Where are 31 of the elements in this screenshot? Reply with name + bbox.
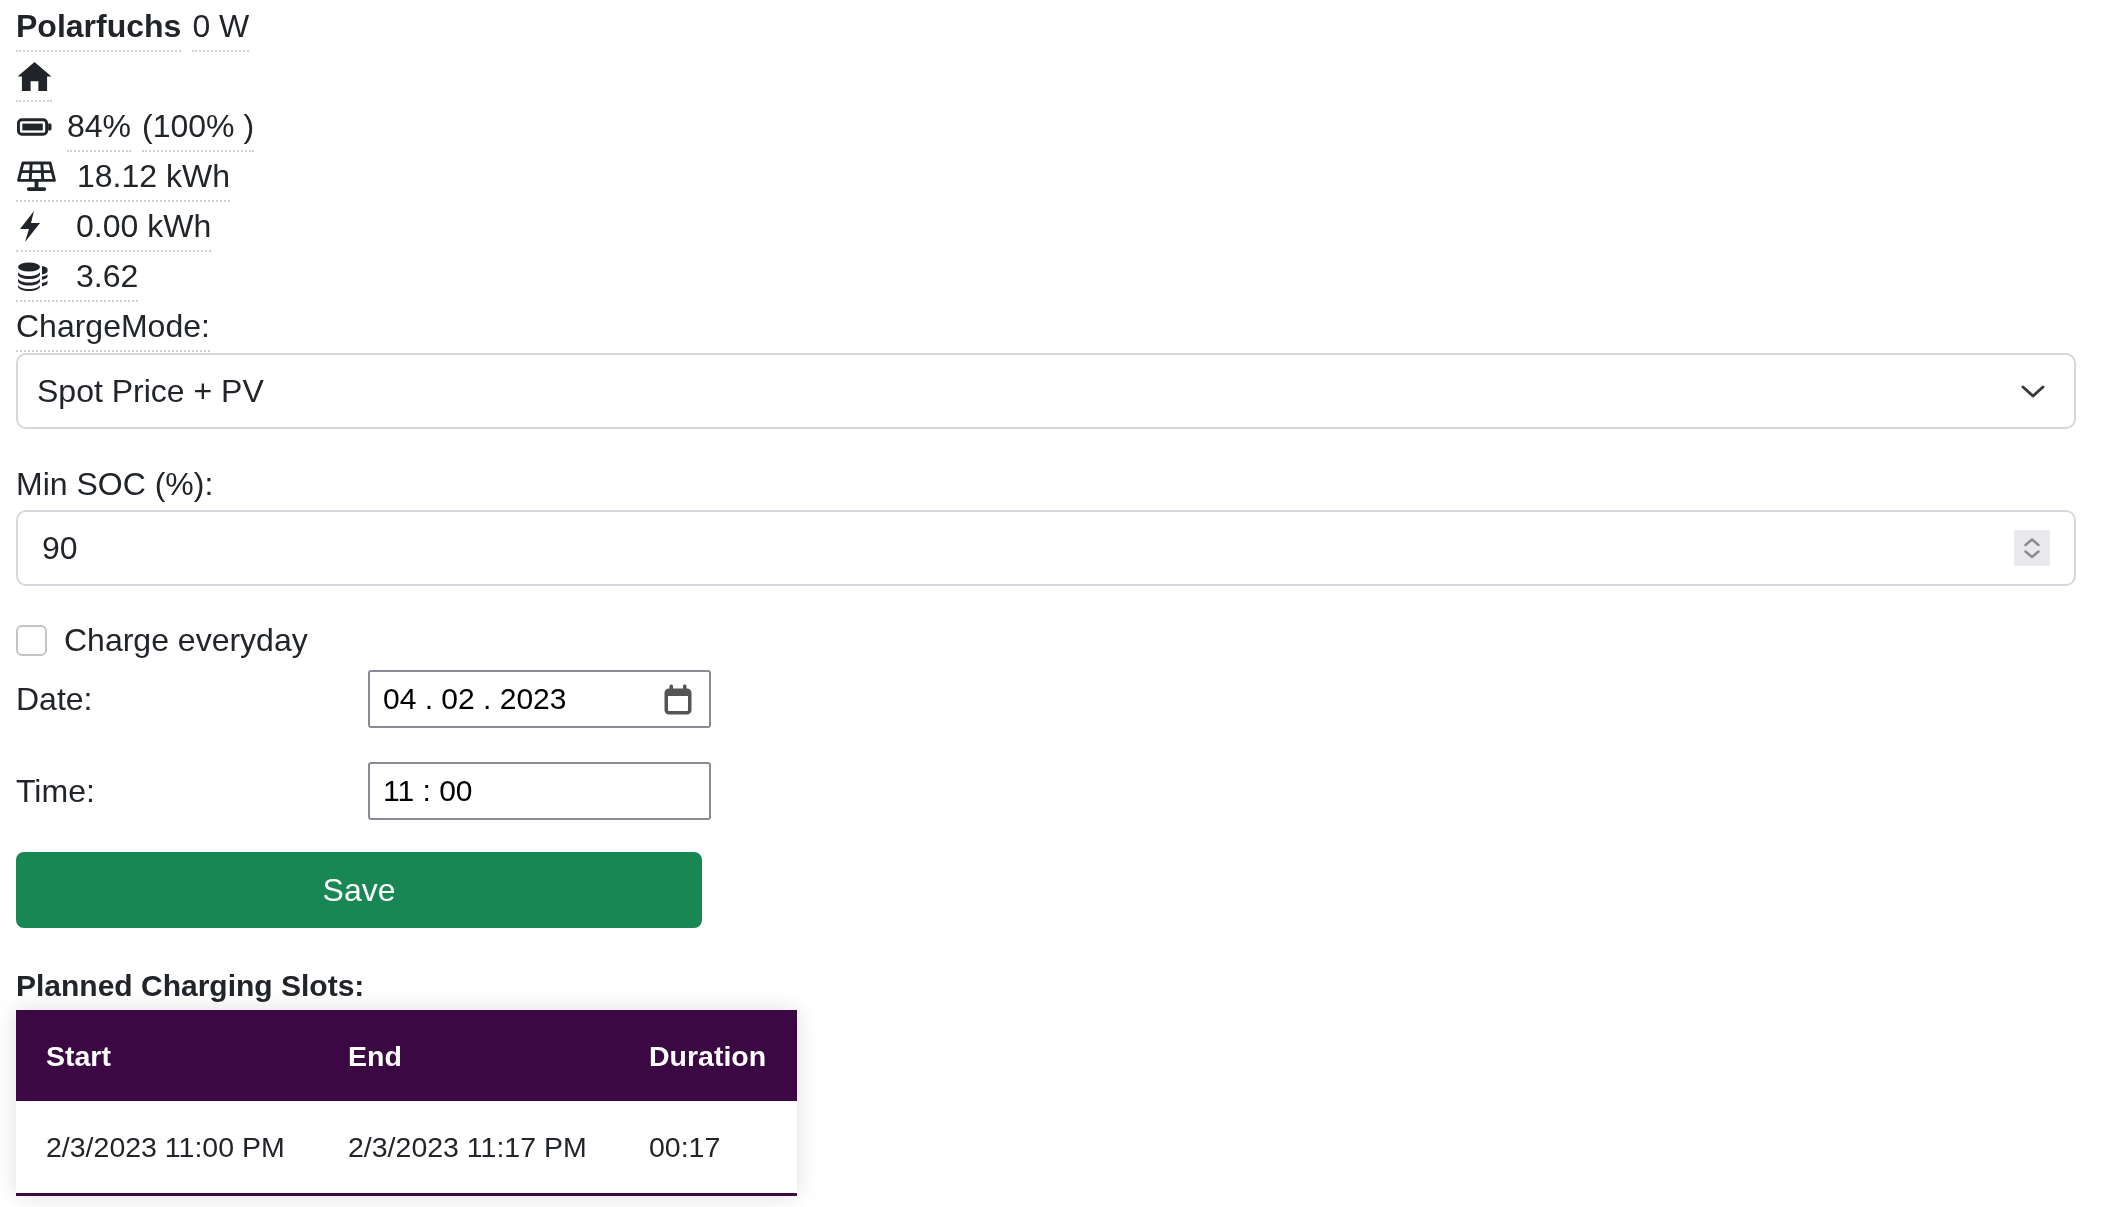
calendar-icon[interactable] (663, 683, 693, 715)
energy-reading: 0.00 kWh (76, 207, 212, 246)
solar-panel-icon (17, 160, 56, 192)
checkbox[interactable] (16, 624, 47, 656)
chevron-down-icon (2021, 384, 2045, 398)
save-button[interactable]: Save (16, 852, 702, 928)
checkbox-label[interactable]: Charge everyday (64, 616, 308, 664)
field-label: Min SOC (%): (16, 465, 214, 504)
section-title: Planned Charging Slots: (16, 968, 365, 1004)
power-reading: 0 W (192, 2, 250, 52)
coins-icon (17, 261, 48, 291)
target-level: (100% ) (142, 102, 255, 152)
column-header: Start (16, 1010, 318, 1101)
field-label: Time: (16, 772, 95, 811)
house-icon (17, 60, 52, 92)
battery-icon (17, 118, 52, 136)
column-header: Duration (619, 1010, 797, 1101)
device-name: Polarfuchs (16, 2, 182, 52)
charge-level: 84% (67, 102, 132, 152)
charge-mode-select[interactable]: Spot Price + PV (16, 353, 2076, 429)
spin-arrows-icon[interactable] (2014, 530, 2050, 566)
cost-value: 3.62 (76, 257, 139, 296)
time-input[interactable]: 11 : 00 (368, 762, 711, 820)
column-header: End (318, 1010, 619, 1101)
min-soc-input[interactable]: 90 (16, 510, 2076, 586)
field-label: Date: (16, 680, 93, 719)
lightning-bolt-icon (18, 210, 42, 242)
table-cell: 2/3/2023 11:00 PM (16, 1101, 318, 1196)
table-cell: 00:17 (619, 1101, 797, 1196)
energy-reading: 18.12 kWh (77, 157, 230, 196)
date-input[interactable]: 04 . 02 . 2023 (368, 670, 711, 728)
